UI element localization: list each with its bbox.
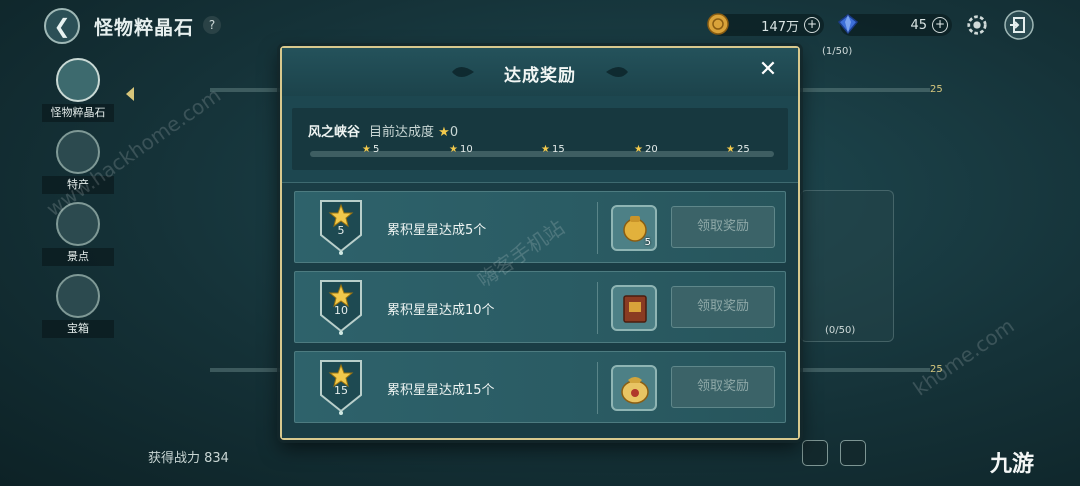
sidebar-item-label: 宝箱 [42,320,114,338]
milestone-value: 25 [736,144,750,155]
gem-amount: 45 [910,17,927,33]
leaf-ornament-icon [606,67,628,77]
add-gem-button[interactable]: + [932,17,948,33]
reward-item-slot[interactable] [611,285,657,331]
sidebar-item-label: 怪物粹晶石 [42,104,114,122]
row-divider [597,202,598,254]
star-icon: ★ [726,144,735,155]
sort-icon[interactable] [802,440,828,466]
settings-gear-icon[interactable] [966,14,988,36]
milestone-marker: ★ 20 [634,144,658,155]
monster-face-icon [56,58,100,102]
treasure-chest-icon [56,274,100,318]
dialog-title: 达成奖励 [504,66,576,86]
top-bar: ❮ 怪物粹晶石 ? 147万 + 45 + [0,0,1080,50]
treasure-bag-icon [621,377,649,404]
star-icon: ★ [634,144,643,155]
active-indicator-icon [126,87,134,101]
back-arrow-icon: ❮ [53,14,71,38]
star-icon: ★ [541,144,550,155]
badge-tier: 15 [334,384,348,397]
claim-reward-button[interactable]: 领取奖励 [671,366,775,408]
close-button[interactable]: ✕ [754,56,782,84]
help-icon[interactable]: ? [203,16,221,34]
reward-item-slot[interactable] [611,365,657,411]
star-icon: ★ [449,144,458,155]
page-title: 怪物粹晶石 [94,17,195,39]
region-progress: 目前达成度 ★0 [369,121,458,140]
filter-icon[interactable] [840,440,866,466]
milestone-marker: ★ 25 [726,144,750,155]
claim-reward-button[interactable]: 领取奖励 [671,286,775,328]
badge-tier: 10 [334,304,348,317]
milestone-value: 10 [459,144,473,155]
background-card-counter: (1/50) [822,46,853,57]
brand-watermark: 九游 [990,452,1035,477]
star-icon: ★ [438,125,450,140]
reward-condition: 累积星星达成15个 [387,383,495,398]
item-count: 5 [644,237,651,248]
progress-value: 0 [449,125,459,140]
milestone-value: 5 [372,144,380,155]
sidebar-item-treasure[interactable]: 宝箱 [42,274,114,344]
row-divider [597,362,598,414]
sidebar-item-label: 景点 [42,248,114,266]
reward-row: 15 累积星星达成15个 领取奖励 [294,351,786,423]
background-monster-card[interactable]: (0/50) [800,190,894,342]
milestone-marker: ★ 10 [449,144,473,155]
monster-card-counter: (0/50) [825,325,856,336]
category-sidebar: 怪物粹晶石 特产 景点 宝箱 [30,50,134,486]
blue-gem-icon [837,14,859,35]
milestone-value: 20 [644,144,658,155]
power-gain-label: 获得战力 834 [148,451,229,466]
dialog-header: 达成奖励 ✕ [282,48,798,96]
back-button[interactable]: ❮ [44,8,80,44]
background-milestone: 25 [930,84,943,95]
badge-tier: 5 [337,224,345,237]
book-icon [623,295,647,323]
site-watermark: khome.com [908,313,1019,401]
star-icon: ★ [362,144,371,155]
add-gold-button[interactable]: + [804,17,820,33]
reward-condition: 累积星星达成5个 [387,223,487,238]
reward-item-slot[interactable]: 5 [611,205,657,251]
region-name: 风之峡谷 [308,125,361,140]
gold-coin-icon [707,13,729,35]
milestone-marker: ★ 15 [541,144,565,155]
gem-currency: 45 + [837,14,952,36]
progress-label: 目前达成度 [369,125,435,140]
milestone-value: 15 [551,144,565,155]
milestone-marker: ★ 5 [362,144,379,155]
gold-amount: 147万 [761,19,799,35]
gold-currency: 147万 + [707,13,824,36]
exit-door-icon[interactable] [1004,10,1034,40]
sidebar-item-monster-crystal[interactable]: 怪物粹晶石 [42,58,134,128]
row-divider [597,282,598,334]
reward-condition: 累积星星达成10个 [387,303,495,318]
reward-row: 10 累积星星达成10个 领取奖励 [294,271,786,343]
claim-reward-button[interactable]: 领取奖励 [671,206,775,248]
region-progress-panel: 风之峡谷 目前达成度 ★0 ★ 5 ★ 10 ★ 15 ★ 20 ★ 25 [292,108,788,170]
